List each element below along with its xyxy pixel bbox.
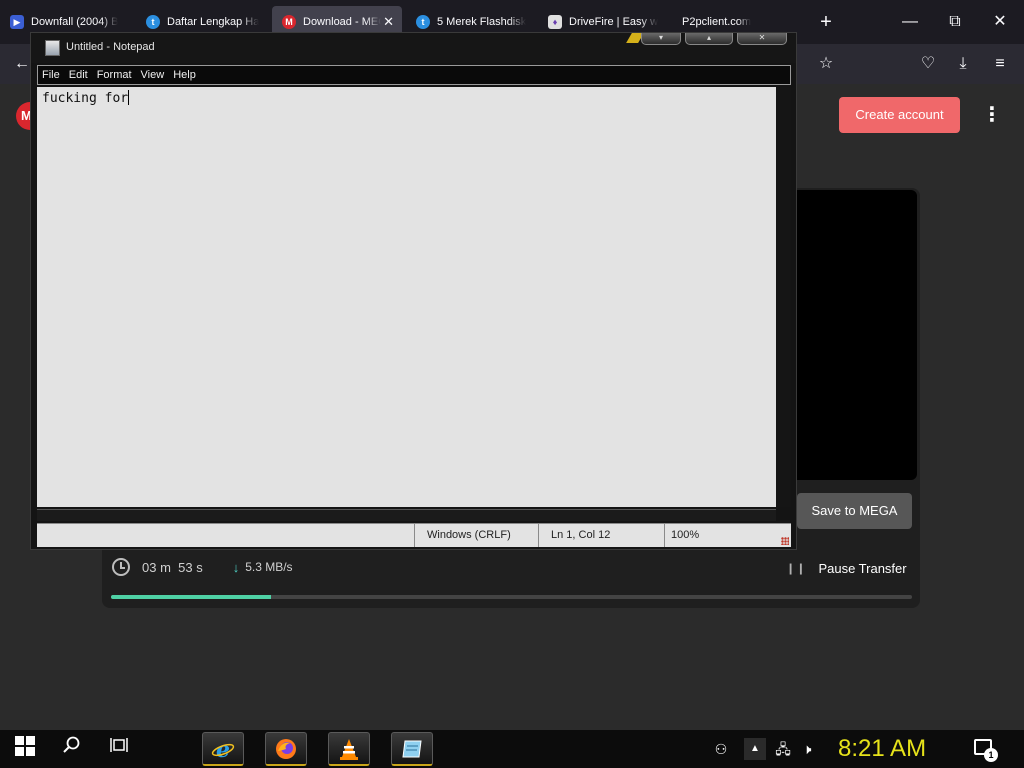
taskbar-firefox[interactable] <box>265 732 307 766</box>
notepad-menu-bar: File Edit Format View Help <box>37 65 791 85</box>
taskbar-notepad[interactable] <box>391 732 433 766</box>
menu-help[interactable]: Help <box>173 69 196 81</box>
maximize-button[interactable]: ⧉ <box>943 10 967 34</box>
notepad-window: Untitled - Notepad ▾ ▴ ✕ File Edit Forma… <box>30 32 797 550</box>
vlc-icon <box>340 738 358 760</box>
text-caret <box>128 90 130 105</box>
t-icon: t <box>146 15 160 29</box>
clock-icon <box>112 558 130 576</box>
file-preview <box>780 190 917 480</box>
menu-file[interactable]: File <box>42 69 60 81</box>
start-button[interactable] <box>12 736 38 762</box>
notepad-app-icon <box>402 740 422 757</box>
download-speed: 5.3 MB/s <box>245 560 293 574</box>
save-to-mega-button[interactable]: Save to MEGA <box>797 493 912 529</box>
internet-explorer-icon: e <box>211 737 235 761</box>
notepad-text: fucking for <box>42 91 129 106</box>
minimize-button[interactable]: — <box>898 10 922 34</box>
status-encoding: Windows (CRLF) <box>414 524 539 547</box>
create-account-button[interactable]: Create account <box>839 97 960 133</box>
menu-view[interactable]: View <box>141 69 165 81</box>
task-view-glyph <box>110 738 128 752</box>
taskbar-internet-explorer[interactable]: e <box>202 732 244 766</box>
volume-muted-icon[interactable]: 🕨 <box>794 736 820 762</box>
notepad-icon <box>45 40 60 56</box>
status-zoom: 100% <box>664 524 791 547</box>
tab-title: 5 Merek Flashdisk <box>437 16 527 28</box>
close-tab-icon[interactable]: ✕ <box>383 14 394 30</box>
downloads-icon[interactable]: ⤓ <box>951 52 975 76</box>
minimize-icon[interactable]: ▾ <box>641 33 681 45</box>
download-progress-fill <box>111 595 272 599</box>
notepad-status-bar: Windows (CRLF) Ln 1, Col 12 100% <box>37 523 791 547</box>
bookmark-star-icon[interactable]: ☆ <box>814 52 838 76</box>
status-position: Ln 1, Col 12 <box>538 524 664 547</box>
transfer-info: 03 m 53 s ↓ 5.3 MB/s <box>112 554 293 580</box>
firefox-icon <box>276 738 296 759</box>
svg-text:e: e <box>216 737 230 761</box>
pause-transfer-button[interactable]: ❙❙ Pause Transfer <box>786 556 907 580</box>
tab-title: Download - MEG <box>303 16 381 28</box>
tab-title: Downfall (2004) B <box>31 16 119 28</box>
notification-badge: 1 <box>984 748 998 762</box>
t-icon: t <box>416 15 430 29</box>
resize-grip[interactable] <box>781 537 789 545</box>
download-arrow-icon: ↓ <box>232 559 240 575</box>
network-icon[interactable]: 🖧 <box>770 736 796 762</box>
mega-icon: M <box>282 15 296 29</box>
menu-format[interactable]: Format <box>97 69 132 81</box>
pause-icon: ❙❙ <box>786 562 807 575</box>
close-icon[interactable]: ✕ <box>737 33 787 45</box>
notepad-title: Untitled - Notepad <box>66 41 155 53</box>
notepad-title-bar[interactable]: Untitled - Notepad ▾ ▴ ✕ <box>31 33 796 63</box>
close-window-button[interactable]: ✕ <box>988 10 1012 34</box>
notepad-text-area[interactable]: fucking for <box>37 87 776 507</box>
tab-title: Daftar Lengkap Ha <box>167 16 260 28</box>
pocket-icon[interactable]: ♡ <box>916 52 940 76</box>
pause-transfer-label: Pause Transfer <box>818 560 907 576</box>
drivefire-icon: ♦ <box>548 15 562 29</box>
new-tab-button[interactable]: + <box>814 10 838 34</box>
horizontal-scrollbar[interactable] <box>37 509 776 521</box>
task-view-icon[interactable] <box>106 736 132 762</box>
menu-icon[interactable]: ≡ <box>988 52 1012 76</box>
notepad-content: fucking for <box>42 90 130 106</box>
tab-title: P2pclient.com <box>682 16 752 28</box>
people-icon[interactable]: ⚇ <box>708 736 734 762</box>
show-hidden-icons-icon[interactable]: ▲ <box>744 738 766 760</box>
windows-logo-icon <box>15 736 35 756</box>
film-icon: ▶ <box>10 15 24 29</box>
maximize-icon[interactable]: ▴ <box>685 33 733 45</box>
taskbar-vlc[interactable] <box>328 732 370 766</box>
menu-edit[interactable]: Edit <box>69 69 88 81</box>
search-glyph <box>63 736 80 753</box>
taskbar: e ⚇ ▲ 🖧 🕨 8:21 AM 1 <box>0 730 1024 768</box>
more-options-icon[interactable]: ⋮ <box>980 104 1004 128</box>
vertical-scrollbar[interactable] <box>776 87 791 507</box>
taskbar-clock[interactable]: 8:21 AM <box>838 732 926 766</box>
time-remaining: 03 m 53 s <box>142 559 203 575</box>
download-progress-bar <box>111 595 912 599</box>
search-icon[interactable] <box>59 736 85 762</box>
tab-title: DriveFire | Easy w <box>569 16 659 28</box>
